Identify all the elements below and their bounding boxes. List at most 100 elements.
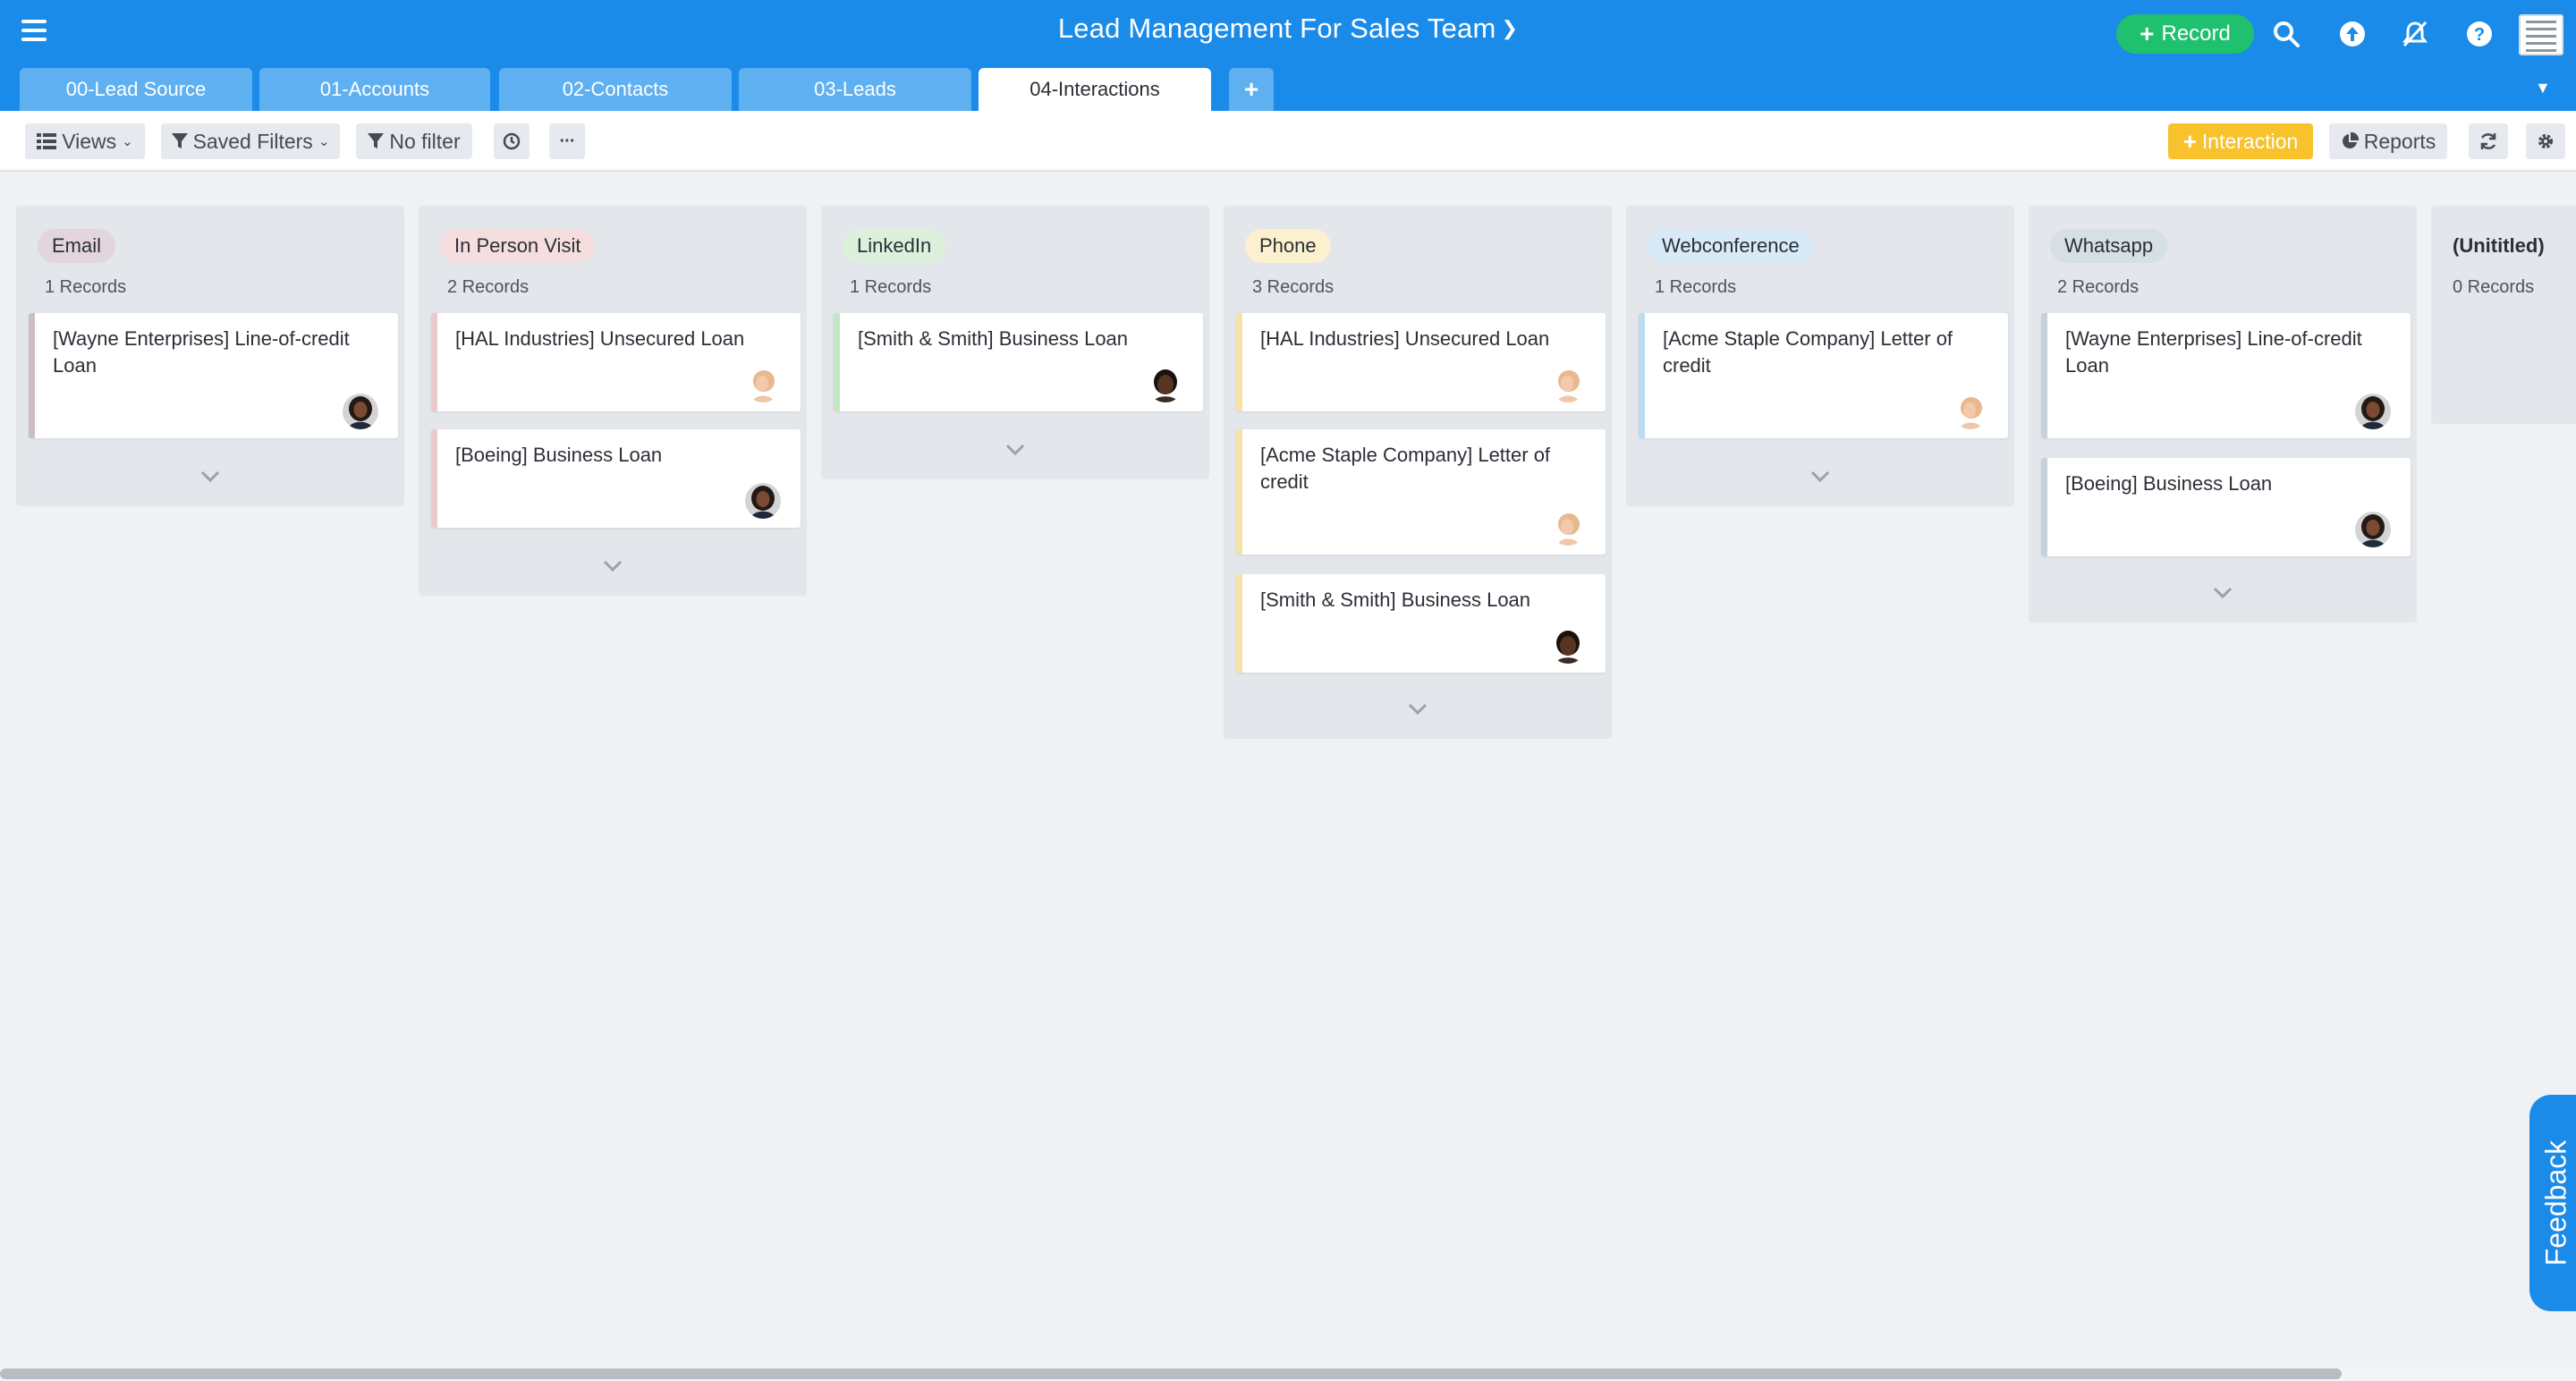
app-thumbnail-icon[interactable]: [2519, 14, 2563, 55]
lane-record-count: 1 Records: [850, 277, 932, 297]
woman-dark-avatar: [2355, 512, 2391, 547]
lane-title[interactable]: Whatsapp: [2050, 229, 2168, 263]
woman-dark-avatar: [343, 394, 378, 429]
tab-accounts[interactable]: 01-Accounts: [259, 68, 490, 111]
card-title: [Boeing] Business Loan: [455, 444, 663, 466]
expand-lane-button[interactable]: [2029, 587, 2417, 604]
kanban-lane-whatsapp: Whatsapp 2 Records [Wayne Enterprises] L…: [2029, 206, 2417, 623]
views-button[interactable]: Views ⌄: [25, 123, 145, 159]
help-icon[interactable]: ?: [2463, 18, 2496, 50]
kanban-card[interactable]: [Smith & Smith] Business Loan: [1236, 574, 1606, 673]
reports-button[interactable]: Reports: [2329, 123, 2447, 159]
kanban-card[interactable]: [Wayne Enterprises] Line-of-credit Loan: [2041, 313, 2411, 438]
app-title-dropdown[interactable]: Lead Management For Sales Team ❯: [1058, 13, 1518, 44]
kanban-lane-linkedin: LinkedIn 1 Records [Smith & Smith] Busin…: [821, 206, 1209, 479]
app-header: Lead Management For Sales Team ❯ + Record…: [0, 0, 2576, 111]
gear-icon: [2538, 134, 2553, 148]
feedback-button[interactable]: Feedback: [2529, 1095, 2576, 1311]
expand-lane-button[interactable]: [1626, 470, 2014, 487]
horizontal-scrollbar-thumb[interactable]: [0, 1368, 2342, 1379]
lane-record-count: 3 Records: [1252, 277, 1335, 297]
search-icon[interactable]: [2270, 18, 2302, 50]
add-record-label: Record: [2161, 21, 2231, 46]
chevron-down-icon: [2213, 587, 2233, 599]
card-title: [HAL Industries] Unsecured Loan: [455, 327, 745, 350]
plus-icon: +: [2182, 127, 2197, 155]
plus-icon: +: [2140, 20, 2155, 47]
menu-icon[interactable]: [21, 20, 47, 41]
card-title: [HAL Industries] Unsecured Loan: [1260, 327, 1550, 350]
view-toolbar: Views ⌄ Saved Filters ⌄ No filter ··· + …: [0, 111, 2576, 172]
kanban-card[interactable]: [Acme Staple Company] Letter of credit: [1236, 429, 1606, 555]
chevron-down-icon: [603, 560, 623, 572]
woman-blonde-avatar: [745, 367, 781, 402]
woman-dark-avatar: [745, 483, 781, 519]
lane-record-count: 1 Records: [45, 277, 127, 297]
filter-icon: [171, 133, 188, 148]
history-button[interactable]: [494, 123, 530, 159]
lane-title[interactable]: In Person Visit: [440, 229, 596, 263]
pie-chart-icon: [2342, 132, 2359, 148]
kanban-lane-webconference: Webconference 1 Records [Acme Staple Com…: [1626, 206, 2014, 506]
notifications-off-icon[interactable]: [2399, 18, 2431, 50]
expand-lane-button[interactable]: [419, 560, 807, 577]
chevron-down-icon: ⌄: [122, 134, 133, 149]
no-filter-button[interactable]: No filter: [356, 123, 472, 159]
chevron-down-icon: [200, 470, 220, 483]
kanban-card[interactable]: [Acme Staple Company] Letter of credit: [1639, 313, 2008, 438]
woman-blonde-avatar: [1550, 367, 1586, 402]
chevron-down-icon: [1408, 703, 1428, 716]
lane-record-count: 2 Records: [447, 277, 530, 297]
kanban-card[interactable]: [Boeing] Business Loan: [2041, 458, 2411, 556]
chevron-down-icon: [1005, 444, 1025, 456]
settings-button[interactable]: [2526, 123, 2565, 159]
card-title: [Boeing] Business Loan: [2065, 472, 2273, 495]
tab-interactions[interactable]: 04-Interactions: [979, 68, 1211, 111]
woman-blonde-avatar: [1953, 394, 1988, 429]
tabs-overflow-icon[interactable]: ▼: [2535, 79, 2551, 97]
card-title: [Smith & Smith] Business Loan: [858, 327, 1129, 350]
tab-lead-source[interactable]: 00-Lead Source: [20, 68, 252, 111]
lane-title[interactable]: Phone: [1245, 229, 1331, 263]
more-options-button[interactable]: ···: [549, 123, 585, 159]
man-avatar: [1148, 367, 1183, 402]
card-title: [Smith & Smith] Business Loan: [1260, 589, 1531, 611]
tab-leads[interactable]: 03-Leads: [739, 68, 971, 111]
lane-title[interactable]: LinkedIn: [843, 229, 946, 263]
tab-contacts[interactable]: 02-Contacts: [499, 68, 732, 111]
refresh-button[interactable]: [2469, 123, 2508, 159]
kanban-card[interactable]: [Boeing] Business Loan: [431, 429, 801, 528]
chevron-down-icon: [1810, 470, 1830, 483]
chevron-down-icon: ❯: [1501, 17, 1519, 39]
add-record-button[interactable]: + Record: [2116, 14, 2254, 54]
lane-record-count: 1 Records: [1655, 277, 1737, 297]
app-title: Lead Management For Sales Team: [1057, 13, 1496, 44]
card-title: [Acme Staple Company] Letter of credit: [1663, 327, 1953, 377]
kanban-lane-email: Email 1 Records [Wayne Enterprises] Line…: [16, 206, 404, 506]
upload-icon[interactable]: [2336, 18, 2368, 50]
expand-lane-button[interactable]: [1224, 703, 1612, 720]
kanban-card[interactable]: [HAL Industries] Unsecured Loan: [1236, 313, 1606, 411]
clock-icon: [503, 132, 521, 150]
woman-blonde-avatar: [1550, 510, 1586, 546]
expand-lane-button[interactable]: [821, 444, 1209, 461]
svg-text:?: ?: [2474, 25, 2485, 45]
kanban-lane-in-person-visit: In Person Visit 2 Records [HAL Industrie…: [419, 206, 807, 596]
ellipsis-icon: ···: [559, 131, 576, 151]
add-table-button[interactable]: +: [1229, 68, 1274, 111]
woman-dark-avatar: [2355, 394, 2391, 429]
kanban-lane-untitled: (Unititled) 0 Records: [2431, 206, 2576, 424]
refresh-icon: [2480, 133, 2496, 149]
saved-filters-button[interactable]: Saved Filters ⌄: [161, 123, 340, 159]
lane-title[interactable]: Email: [38, 229, 116, 263]
add-interaction-button[interactable]: + Interaction: [2168, 123, 2313, 159]
kanban-card[interactable]: [Wayne Enterprises] Line-of-credit Loan: [29, 313, 398, 438]
card-title: [Wayne Enterprises] Line-of-credit Loan: [2065, 327, 2362, 377]
kanban-card[interactable]: [Smith & Smith] Business Loan: [834, 313, 1203, 411]
kanban-card[interactable]: [HAL Industries] Unsecured Loan: [431, 313, 801, 411]
list-icon: [37, 133, 57, 149]
lane-title[interactable]: (Unititled): [2453, 229, 2545, 263]
card-title: [Wayne Enterprises] Line-of-credit Loan: [53, 327, 350, 377]
expand-lane-button[interactable]: [16, 470, 404, 487]
lane-title[interactable]: Webconference: [1648, 229, 1814, 263]
